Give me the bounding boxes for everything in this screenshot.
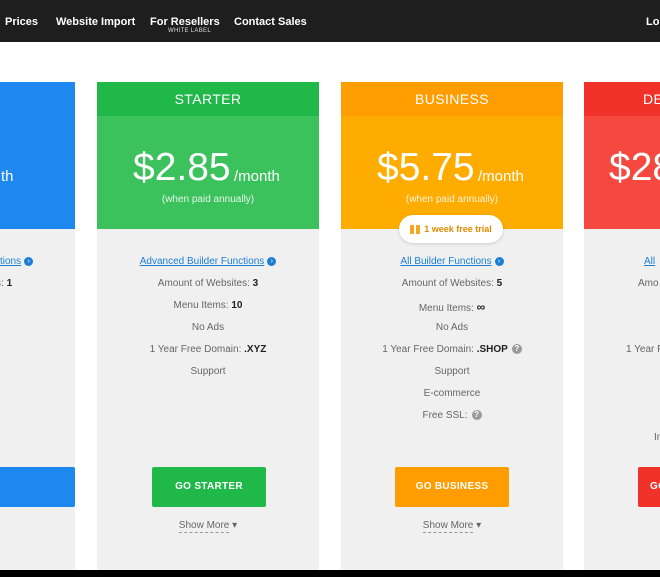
nav-white-label-sublabel: WHITE LABEL — [168, 28, 211, 34]
help-icon[interactable]: ? — [511, 344, 522, 355]
feature-free-domain: 1 Year F — [626, 344, 660, 355]
go-plan-button[interactable]: GO — [638, 467, 660, 507]
plan-name: DE — [584, 82, 660, 116]
feature-ecommerce: E-commerce — [423, 388, 481, 399]
nav-contact-sales[interactable]: Contact Sales — [234, 16, 307, 28]
top-navbar: Prices Website Import For Resellers WHIT… — [0, 0, 660, 42]
gift-icon — [410, 225, 421, 235]
plan-price-block: th — [0, 116, 75, 229]
chevron-right-icon: › — [24, 256, 34, 266]
feature-support: Support — [190, 366, 226, 377]
show-more-link[interactable]: Show More ▾ — [97, 520, 319, 533]
feature-free-ssl: Free SSL:? — [341, 410, 563, 421]
nav-for-resellers[interactable]: For Resellers — [150, 16, 220, 28]
feature-free-domain: 1 Year Free Domain: .SHOP? — [341, 344, 563, 355]
plan-price-block: $2.85 /month (when paid annually) — [97, 116, 319, 229]
feature-websites: Amount of Websites: 5 — [401, 278, 503, 289]
go-starter-button[interactable]: GO STARTER — [152, 467, 266, 507]
plan-price-block: $28 — [584, 116, 660, 229]
feature-menu-items: Menu Items: ∞ — [418, 300, 486, 314]
price-period: /month — [234, 168, 280, 185]
plan-name: STARTER — [97, 82, 319, 116]
feature-websites: Amount of Websites: 3 — [157, 278, 259, 289]
feature-menu-items: Menu Items: 10 — [173, 300, 243, 311]
chevron-right-icon: › — [494, 256, 504, 266]
price-period: th — [1, 168, 14, 185]
feature-no-ads: No Ads — [435, 322, 469, 333]
help-icon[interactable]: ? — [471, 410, 482, 421]
chevron-right-icon: › — [267, 256, 277, 266]
price-note: (when paid annually) — [405, 194, 499, 205]
price-amount: $28 — [609, 146, 660, 189]
feature-extra: In — [654, 432, 660, 443]
infinity-icon: ∞ — [476, 300, 486, 314]
free-trial-badge: 1 week free trial — [399, 215, 503, 243]
plan-card-business: BUSINESS $5.75 /month (when paid annuall… — [341, 82, 563, 570]
plan-card-starter: STARTER $2.85 /month (when paid annually… — [97, 82, 319, 570]
feature-no-ads: No Ads — [191, 322, 225, 333]
go-plan-button[interactable] — [0, 467, 75, 507]
price-note: (when paid annually) — [161, 194, 255, 205]
builder-functions-link[interactable]: Advanced Builder Functions › — [97, 256, 319, 267]
builder-functions-link[interactable]: All Builder Functions › — [341, 256, 563, 267]
builder-functions-link[interactable]: All — [644, 256, 660, 267]
price-amount: $5.75 — [377, 146, 475, 189]
feature-websites: Amo — [638, 278, 659, 289]
nav-prices[interactable]: Prices — [5, 16, 38, 28]
plan-header — [0, 82, 75, 116]
plan-price-block: $5.75 /month (when paid annually) — [341, 116, 563, 229]
nav-login[interactable]: Log — [646, 16, 660, 28]
caret-down-icon: ▾ — [476, 520, 482, 531]
feature-support: Support — [434, 366, 470, 377]
show-more-link[interactable]: Show More ▾ — [341, 520, 563, 533]
nav-website-import[interactable]: Website Import — [56, 16, 135, 28]
feature-free-domain: 1 Year Free Domain: .XYZ — [149, 344, 267, 355]
plan-card-partial-right: DE $28 All Amo 1 Year F In GO — [584, 82, 660, 570]
price-amount: $2.85 — [133, 146, 231, 189]
plan-name: BUSINESS — [341, 82, 563, 116]
caret-down-icon: ▾ — [232, 520, 238, 531]
pricing-section: th ctions› s: 1 STARTER $2.85 /month (wh… — [0, 42, 660, 570]
plan-card-partial-left: th ctions› s: 1 — [0, 82, 75, 570]
go-business-button[interactable]: GO BUSINESS — [395, 467, 509, 507]
price-period: /month — [478, 168, 524, 185]
